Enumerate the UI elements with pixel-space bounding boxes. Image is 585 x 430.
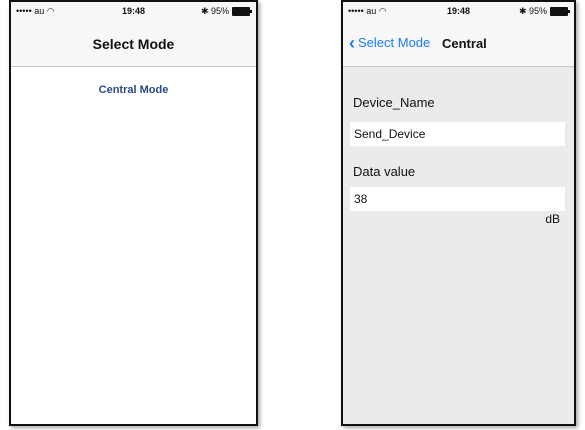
battery-percent: ✱ 95% <box>518 6 547 16</box>
back-chevron-icon: ‹ <box>349 32 355 53</box>
data-value-label: Data value <box>353 164 416 179</box>
page-title: Select Mode <box>92 36 175 52</box>
unit-label: dB <box>545 212 560 226</box>
data-value-field[interactable] <box>350 187 565 211</box>
battery-icon <box>232 7 252 16</box>
back-button-label: Select Mode <box>358 35 431 50</box>
back-button[interactable]: ‹ Select Mode <box>349 32 431 53</box>
central-screen: ••••• au ◠ 19:48 ✱ 95% ‹ Select Mode Cen… <box>341 0 576 426</box>
select-mode-screen: ••••• au ◠ 19:48 ✱ 95% Select Mode Centr… <box>9 0 258 426</box>
central-mode-button[interactable]: Central Mode <box>11 84 256 96</box>
status-bar: ••••• au ◠ 19:48 ✱ 95% <box>11 2 256 20</box>
battery-percent: ✱ 95% <box>200 6 229 16</box>
device-name-field[interactable] <box>350 122 565 146</box>
navigation-bar: Select Mode <box>11 20 256 67</box>
device-name-label: Device_Name <box>353 95 435 110</box>
battery-status: ✱ 95% <box>200 6 252 17</box>
page-title: Central <box>442 36 487 51</box>
status-bar: ••••• au ◠ 19:48 ✱ 95% <box>343 2 574 20</box>
battery-status: ✱ 95% <box>518 6 570 17</box>
battery-icon <box>550 7 570 16</box>
navigation-bar: ‹ Select Mode Central <box>343 20 574 67</box>
